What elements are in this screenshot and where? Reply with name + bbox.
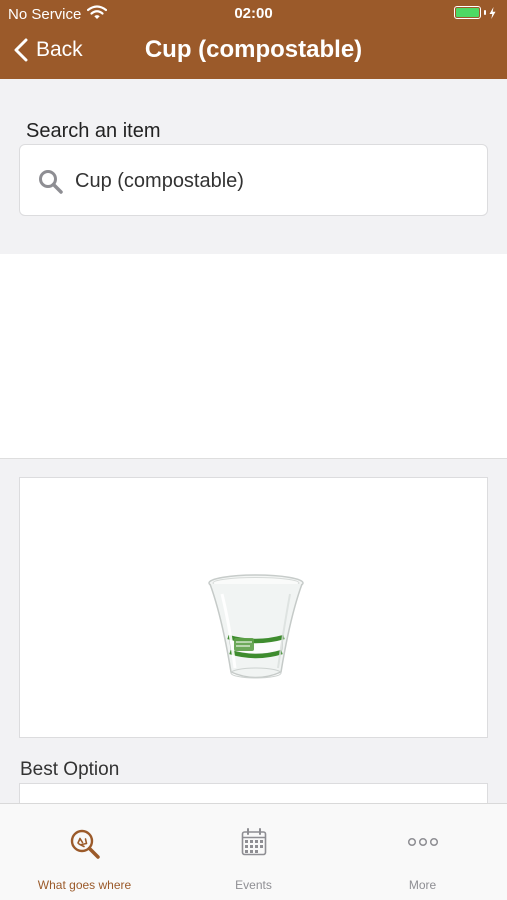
- tab-more[interactable]: More: [338, 804, 507, 900]
- tab-label: More: [408, 878, 437, 892]
- tab-events[interactable]: Events: [169, 804, 338, 900]
- tab-bar: What goes where Events More: [0, 803, 507, 900]
- search-input[interactable]: Cup (compostable): [19, 144, 488, 216]
- tab-label: Events: [235, 878, 272, 892]
- blank-area: [0, 254, 507, 459]
- tab-what-goes-where[interactable]: What goes where: [0, 804, 169, 900]
- search-label: Search an item: [26, 120, 161, 142]
- more-icon: [338, 828, 507, 856]
- battery-icon: [454, 6, 496, 19]
- best-option-label: Best Option: [20, 759, 120, 780]
- search-value: Cup (compostable): [75, 170, 244, 192]
- search-section: Search an item Cup (compostable): [0, 79, 507, 254]
- recycle-search-icon: [0, 828, 169, 860]
- tab-label: What goes where: [37, 878, 132, 892]
- page-title: Cup (compostable): [144, 36, 363, 63]
- status-bar: No Service 02:00: [0, 0, 507, 28]
- item-image-card: [19, 477, 488, 738]
- item-content: Best Option: [0, 459, 507, 823]
- navigation-bar: Back Cup (compostable): [0, 28, 507, 79]
- compostable-cup-image: [206, 572, 306, 689]
- status-time: 02:00: [234, 5, 273, 22]
- calendar-icon: [169, 828, 338, 856]
- charging-bolt-icon: [489, 6, 496, 19]
- app-header: No Service 02:00 Back Cup (compostable): [0, 0, 507, 79]
- search-icon: [38, 169, 64, 200]
